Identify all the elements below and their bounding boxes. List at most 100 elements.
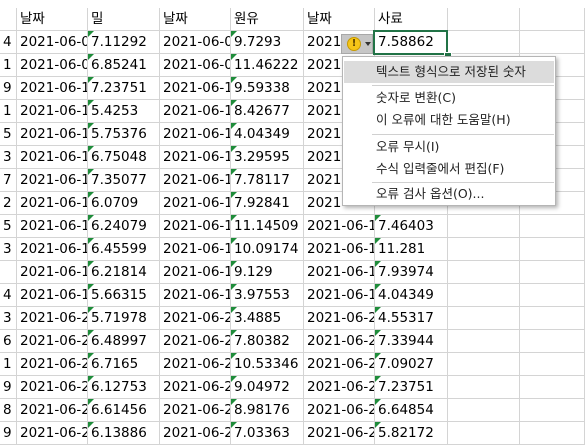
number-cell[interactable]: 5.4253 (88, 100, 160, 123)
date-cell[interactable]: 2021-06-1 (304, 238, 375, 261)
number-cell[interactable]: 7.03363 (231, 422, 304, 445)
number-cell[interactable]: 11.14509 (231, 215, 304, 238)
date-cell[interactable]: 2021-06-1 (160, 77, 231, 100)
number-cell[interactable]: 9.04972 (231, 376, 304, 399)
empty-cell[interactable] (520, 8, 585, 31)
number-cell[interactable]: 9.59338 (231, 77, 304, 100)
date-cell[interactable]: 2021-06-1 (17, 169, 88, 192)
number-cell[interactable]: 6.85241 (88, 54, 160, 77)
date-cell[interactable]: 2021-06-1 (160, 261, 231, 284)
number-cell[interactable]: 6.45599 (88, 238, 160, 261)
date-cell[interactable]: 2021-06-0 (17, 54, 88, 77)
number-cell[interactable]: 8.98176 (231, 399, 304, 422)
date-cell[interactable]: 2021-06-2 (160, 307, 231, 330)
number-cell[interactable]: 7.78117 (231, 169, 304, 192)
number-cell[interactable]: 10.53346 (231, 353, 304, 376)
date-cell[interactable]: 2021-06-1 (17, 146, 88, 169)
menu-item-error-checking-options[interactable]: 오류 검사 옵션(O)... (344, 183, 554, 205)
empty-cell[interactable] (448, 31, 520, 54)
row-stub-cell[interactable]: 7 (0, 169, 17, 192)
number-cell[interactable]: 7.35077 (88, 169, 160, 192)
number-cell[interactable]: 4.55317 (375, 307, 448, 330)
date-cell[interactable]: 2021-06-1 (160, 215, 231, 238)
date-cell[interactable]: 2021-06-1 (17, 261, 88, 284)
date-cell[interactable]: 2021-06-1 (17, 215, 88, 238)
empty-cell[interactable] (448, 238, 520, 261)
date-cell[interactable]: 2021-06-1 (17, 192, 88, 215)
empty-cell[interactable] (448, 307, 520, 330)
date-cell[interactable]: 2021-06-2 (17, 422, 88, 445)
number-cell[interactable]: 7.09027 (375, 353, 448, 376)
row-stub-cell[interactable]: 1 (0, 54, 17, 77)
number-cell[interactable]: 3.97553 (231, 284, 304, 307)
empty-cell[interactable] (448, 399, 520, 422)
row-stub-cell[interactable]: 5 (0, 123, 17, 146)
date-cell[interactable]: 2021-06-2 (304, 307, 375, 330)
date-cell[interactable]: 2021-06-0 (17, 31, 88, 54)
date-cell[interactable]: 2021-06-1 (160, 100, 231, 123)
date-cell[interactable]: 2021-06-1 (160, 123, 231, 146)
empty-cell[interactable] (520, 422, 585, 445)
row-stub-cell[interactable]: 1 (0, 100, 17, 123)
date-cell[interactable]: 2021-06-1 (304, 215, 375, 238)
date-cell[interactable]: 2021-06-1 (160, 192, 231, 215)
number-cell[interactable]: 5.71978 (88, 307, 160, 330)
date-cell[interactable]: 2021-06-2 (17, 330, 88, 353)
number-cell[interactable]: 6.64854 (375, 399, 448, 422)
number-cell[interactable]: 3.29595 (231, 146, 304, 169)
number-cell[interactable]: 8.42677 (231, 100, 304, 123)
number-cell[interactable]: 5.75376 (88, 123, 160, 146)
number-cell[interactable]: 6.24079 (88, 215, 160, 238)
empty-cell[interactable] (448, 376, 520, 399)
row-stub-cell[interactable]: 4 (0, 284, 17, 307)
number-cell[interactable]: 7.11292 (88, 31, 160, 54)
number-cell[interactable]: 6.75048 (88, 146, 160, 169)
header-cell[interactable]: 날짜 (160, 8, 231, 31)
row-stub-cell[interactable]: 3 (0, 238, 17, 261)
number-cell[interactable]: 5.82172 (375, 422, 448, 445)
date-cell[interactable]: 2021-06-0 (160, 31, 231, 54)
empty-cell[interactable] (520, 376, 585, 399)
row-stub-cell[interactable] (0, 8, 17, 31)
number-cell[interactable]: 7.46403 (375, 215, 448, 238)
number-cell[interactable]: 6.48997 (88, 330, 160, 353)
date-cell[interactable]: 2021-06-2 (17, 399, 88, 422)
empty-cell[interactable] (520, 215, 585, 238)
date-cell[interactable]: 2021-06-1 (17, 100, 88, 123)
empty-cell[interactable] (448, 215, 520, 238)
number-cell[interactable]: 6.12753 (88, 376, 160, 399)
menu-item-help[interactable]: 이 오류에 대한 도움말(H) (344, 109, 554, 131)
empty-cell[interactable] (520, 31, 585, 54)
empty-cell[interactable] (448, 261, 520, 284)
empty-cell[interactable] (448, 8, 520, 31)
number-cell[interactable]: 6.0709 (88, 192, 160, 215)
row-stub-cell[interactable]: 3 (0, 307, 17, 330)
date-cell[interactable]: 2021-06-0 (160, 54, 231, 77)
number-cell[interactable]: 11.46222 (231, 54, 304, 77)
header-cell[interactable]: 밀 (88, 8, 160, 31)
date-cell[interactable]: 2021-06-2 (160, 330, 231, 353)
empty-cell[interactable] (448, 353, 520, 376)
row-stub-cell[interactable]: 1 (0, 353, 17, 376)
date-cell[interactable]: 2021-06-2 (17, 307, 88, 330)
empty-cell[interactable] (520, 399, 585, 422)
number-cell[interactable]: 7.92841 (231, 192, 304, 215)
date-cell[interactable]: 2021-06-1 (17, 123, 88, 146)
menu-item-edit-in-formula-bar[interactable]: 수식 입력줄에서 편집(F) (344, 158, 554, 180)
row-stub-cell[interactable]: 9 (0, 77, 17, 100)
date-cell[interactable]: 2021-06-2 (160, 376, 231, 399)
number-cell[interactable]: 6.7165 (88, 353, 160, 376)
empty-cell[interactable] (448, 422, 520, 445)
number-cell[interactable]: 9.7293 (231, 31, 304, 54)
date-cell[interactable]: 2021-06-1 (160, 284, 231, 307)
date-cell[interactable]: 2021-06-2 (304, 330, 375, 353)
number-cell[interactable]: 6.61456 (88, 399, 160, 422)
row-stub-cell[interactable]: 9 (0, 376, 17, 399)
row-stub-cell[interactable]: 4 (0, 31, 17, 54)
menu-item-convert-to-number[interactable]: 숫자로 변환(C) (344, 87, 554, 109)
empty-cell[interactable] (520, 284, 585, 307)
header-cell[interactable]: 날짜 (17, 8, 88, 31)
number-cell[interactable]: 6.21814 (88, 261, 160, 284)
date-cell[interactable]: 2021-06-1 (160, 169, 231, 192)
date-cell[interactable]: 2021-06-1 (17, 77, 88, 100)
